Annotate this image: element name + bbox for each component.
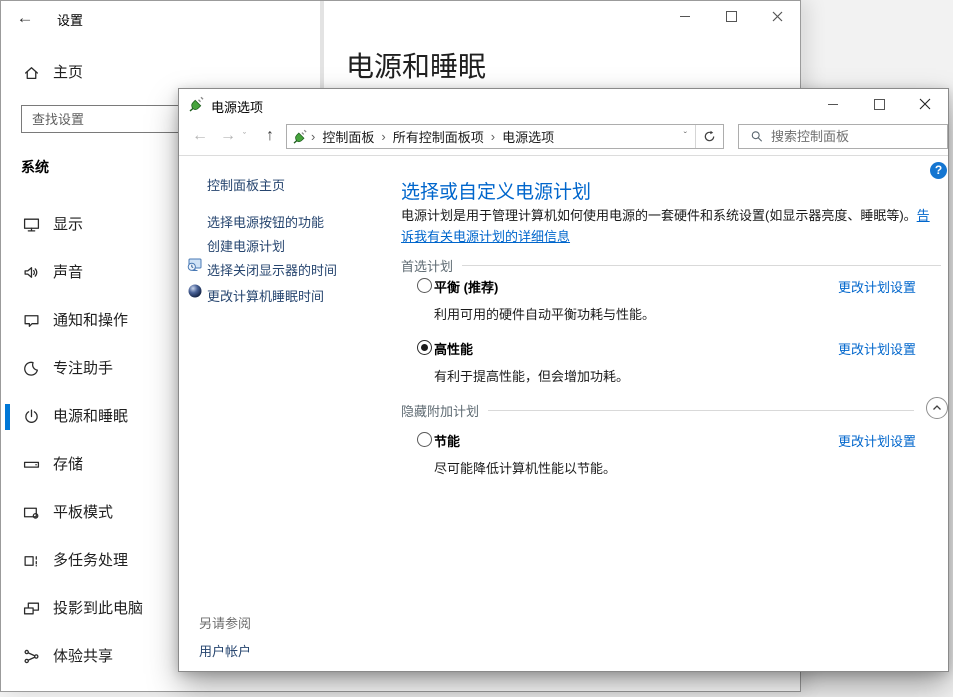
address-bar[interactable]: › 控制面板 › 所有控制面板项 › 电源选项 ˇ [286,124,724,149]
up-button[interactable]: ↑ [257,123,283,149]
maximize-icon [726,11,737,22]
change-plan-settings-link[interactable]: 更改计划设置 [838,277,916,296]
change-plan-settings-link[interactable]: 更改计划设置 [838,339,916,358]
sidebar-item-label: 多任务处理 [53,541,128,581]
sidebar-item-label: 投影到此电脑 [53,589,143,629]
sleep-sphere-icon [187,283,203,299]
task-display-off-link[interactable]: 选择关闭显示器的时间 [207,260,337,279]
forward-button[interactable]: → [215,123,241,149]
close-button[interactable] [754,1,800,31]
breadcrumb-separator-icon: › [488,129,498,144]
sidebar-item-label: 专注助手 [53,349,113,389]
task-power-buttons-link[interactable]: 选择电源按钮的功能 [207,212,324,231]
search-icon [751,130,763,143]
preferred-plans-group: 首选计划 [401,256,941,275]
plan-desc-high-performance: 有利于提高性能，但会增加功耗。 [434,366,629,385]
close-icon [772,11,783,22]
plan-desc-balanced: 利用可用的硬件自动平衡功耗与性能。 [434,304,655,323]
help-button[interactable]: ? [930,162,947,179]
sidebar-item-label: 存储 [53,445,83,485]
chevron-up-icon [931,402,943,414]
projecting-icon [23,600,40,617]
sidebar-item-label: 体验共享 [53,637,113,677]
close-button[interactable] [902,89,948,119]
settings-caption-buttons [662,1,800,31]
plan-name-power-saver[interactable]: 节能 [434,431,460,450]
plan-desc-power-saver: 尽可能降低计算机性能以节能。 [434,458,616,477]
display-clock-icon [187,257,203,273]
minimize-icon [828,104,838,105]
display-icon [23,216,40,233]
minimize-button[interactable] [810,89,856,119]
sidebar-scrollbar[interactable] [320,1,324,89]
maximize-button[interactable] [708,1,754,31]
sidebar-item-home[interactable]: 主页 [1,53,321,93]
close-icon [919,98,931,110]
see-also-heading: 另请参阅 [199,613,251,632]
power-plug-icon [293,129,308,144]
refresh-button[interactable] [696,130,723,143]
recent-pages-chevron-icon[interactable]: ˇ [243,132,251,140]
multitasking-icon [23,552,40,569]
group-separator-line [462,265,941,266]
minimize-icon [680,16,690,17]
sound-icon [23,264,40,281]
intro-body: 电源计划是用于管理计算机如何使用电源的一套硬件和系统设置(如显示器亮度、睡眠等)… [401,208,917,223]
cp-search-box[interactable] [738,124,948,149]
tablet-icon [23,504,40,521]
sidebar-item-label: 电源和睡眠 [53,397,128,437]
page-title: 选择或自定义电源计划 [401,177,591,204]
breadcrumb-separator-icon: › [378,129,388,144]
moon-icon [23,360,40,377]
hidden-plans-group: 隐藏附加计划 [401,401,914,420]
power-options-window: 电源选项 ← → ˇ ↑ › 控制面板 › 所有控制面板项 [178,88,949,672]
settings-section-heading: 系统 [21,157,49,177]
intro-text: 电源计划是用于管理计算机如何使用电源的一套硬件和系统设置(如显示器亮度、睡眠等)… [401,205,938,247]
home-label: 主页 [53,53,83,93]
plan-name-balanced[interactable]: 平衡 (推荐) [434,277,498,296]
group-label: 首选计划 [401,256,453,275]
sidebar-item-label: 显示 [53,205,83,245]
share-icon [23,648,40,665]
storage-icon [23,456,40,473]
breadcrumb-power-options[interactable]: 电源选项 [498,127,558,146]
back-button[interactable]: ← [187,123,213,149]
power-plug-icon [189,96,205,115]
sidebar-item-label: 声音 [53,253,83,293]
minimize-button[interactable] [662,1,708,31]
group-separator-line [488,410,914,411]
cp-titlebar[interactable]: 电源选项 [179,89,948,119]
sidebar-item-label: 平板模式 [53,493,113,533]
home-icon [23,64,40,81]
control-panel-home-link[interactable]: 控制面板主页 [207,175,285,194]
change-plan-settings-link[interactable]: 更改计划设置 [838,431,916,450]
maximize-icon [874,99,885,110]
breadcrumb-control-panel[interactable]: 控制面板 [318,127,378,146]
settings-page-title: 电源和睡眠 [346,45,486,85]
radio-high-performance[interactable] [417,340,432,355]
breadcrumb-separator-icon: › [308,129,318,144]
settings-window-title: 设置 [57,10,83,29]
breadcrumb-all-items[interactable]: 所有控制面板项 [389,127,488,146]
cp-caption-buttons [810,89,948,119]
maximize-button[interactable] [856,89,902,119]
task-sleep-time-link[interactable]: 更改计算机睡眠时间 [207,286,324,305]
group-label: 隐藏附加计划 [401,401,479,420]
back-arrow-icon[interactable]: ← [13,6,37,30]
cp-window-title: 电源选项 [211,97,263,116]
collapse-plans-button[interactable] [926,397,948,419]
radio-balanced[interactable] [417,278,432,293]
sidebar-item-label: 通知和操作 [53,301,128,341]
notifications-icon [23,312,40,329]
refresh-icon [703,130,716,143]
radio-power-saver[interactable] [417,432,432,447]
power-icon [23,408,40,425]
task-create-plan-link[interactable]: 创建电源计划 [207,236,285,255]
user-accounts-link[interactable]: 用户帐户 [199,641,251,660]
address-dropdown-chevron-icon[interactable]: ˇ [676,131,695,142]
plan-name-high-performance[interactable]: 高性能 [434,339,473,358]
cp-toolbar: ← → ˇ ↑ › 控制面板 › 所有控制面板项 › 电源选项 ˇ [179,119,948,156]
cp-search-input[interactable] [771,129,947,144]
